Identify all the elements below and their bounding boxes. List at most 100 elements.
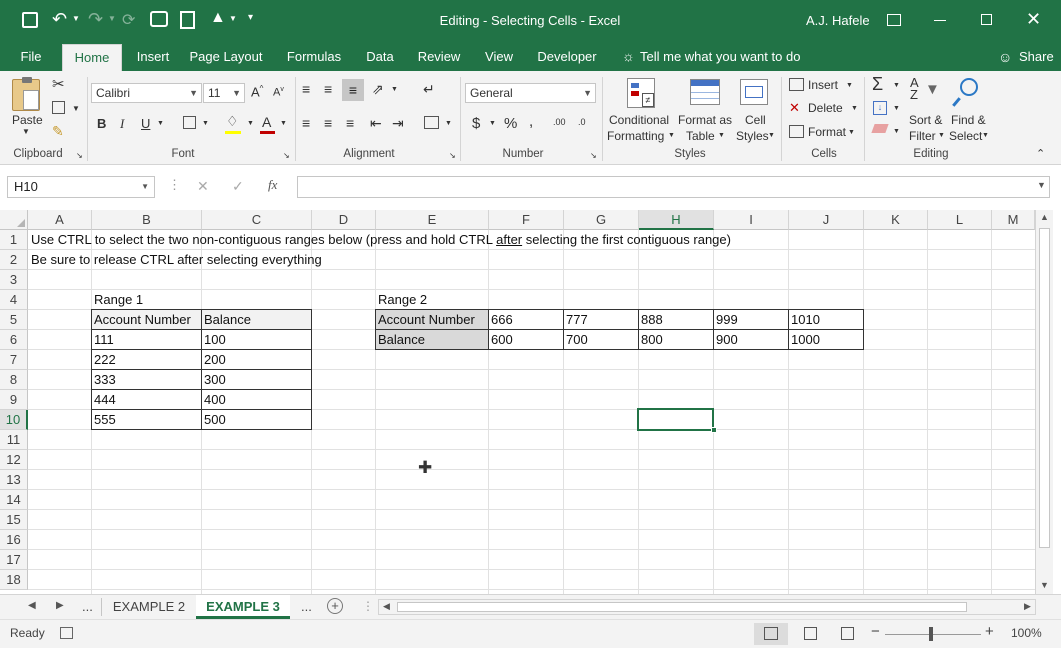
confirm-entry-icon[interactable]: ✓ xyxy=(232,178,244,195)
sheet-tab-example-3[interactable]: EXAMPLE 3 xyxy=(196,595,290,619)
shrink-font-icon[interactable]: Av xyxy=(273,86,284,99)
row-header-5[interactable]: 5 xyxy=(0,310,28,330)
cell-a1[interactable]: Use CTRL to select the two non-contiguou… xyxy=(28,230,731,250)
merge-dropdown-icon[interactable]: ▼ xyxy=(445,120,452,127)
row-header-17[interactable]: 17 xyxy=(0,550,28,570)
font-launcher-icon[interactable]: ↘ xyxy=(283,151,290,160)
collapse-ribbon-icon[interactable]: ⌃ xyxy=(1036,147,1045,160)
format-table-dropdown-icon[interactable]: ▼ xyxy=(718,132,725,139)
increase-decimal-icon[interactable]: .00 xyxy=(553,117,566,127)
conditional-dropdown-icon[interactable]: ▼ xyxy=(668,132,675,139)
format-as-table-icon[interactable] xyxy=(690,79,720,105)
tab-file[interactable]: File xyxy=(10,44,52,71)
delete-cells-button[interactable]: Delete xyxy=(808,101,843,115)
row-header-8[interactable]: 8 xyxy=(0,370,28,390)
fill-dropdown-icon[interactable]: ▼ xyxy=(229,14,237,23)
row-header-7[interactable]: 7 xyxy=(0,350,28,370)
row-header-1[interactable]: 1 xyxy=(0,230,28,250)
active-cell-h10[interactable] xyxy=(637,408,714,431)
cancel-entry-icon[interactable]: ✕ xyxy=(197,178,209,195)
redo-icon[interactable]: ↷ xyxy=(88,9,103,30)
column-header-e[interactable]: E xyxy=(376,210,489,230)
cell-c9[interactable]: 400 xyxy=(201,390,226,410)
cell-b7[interactable]: 222 xyxy=(91,350,116,370)
sheet-scroll-right-icon[interactable]: ▶ xyxy=(56,600,64,611)
font-name-dropdown-icon[interactable]: ▼ xyxy=(189,84,198,102)
cell-e5[interactable]: Account Number xyxy=(375,310,475,330)
column-header-i[interactable]: I xyxy=(714,210,789,230)
column-header-h[interactable]: H xyxy=(639,210,714,230)
tab-view[interactable]: View xyxy=(480,44,518,71)
ribbon-display-icon[interactable] xyxy=(887,14,901,26)
cell-j6[interactable]: 1000 xyxy=(788,330,820,350)
tab-page-layout[interactable]: Page Layout xyxy=(184,44,268,71)
find-select-label-2[interactable]: Select xyxy=(949,129,982,143)
sheet-more-right[interactable]: ... xyxy=(301,599,312,614)
clipboard-launcher-icon[interactable]: ↘ xyxy=(76,151,83,160)
comma-style-icon[interactable]: , xyxy=(529,113,533,130)
name-box[interactable]: H10 ▼ xyxy=(7,176,155,198)
column-header-l[interactable]: L xyxy=(928,210,992,230)
fill-dropdown-ribbon-icon[interactable]: ▼ xyxy=(893,105,900,112)
find-select-button[interactable]: Find & xyxy=(951,113,986,127)
cell-b4[interactable]: Range 1 xyxy=(91,290,143,310)
horizontal-scroll-thumb[interactable] xyxy=(397,602,967,612)
number-format-dropdown-icon[interactable]: ▼ xyxy=(583,84,592,102)
cell-f6[interactable]: 600 xyxy=(488,330,513,350)
alignment-launcher-icon[interactable]: ↘ xyxy=(449,151,456,160)
close-icon[interactable]: ✕ xyxy=(1026,9,1041,30)
bold-button[interactable]: B xyxy=(97,116,106,131)
cell-g5[interactable]: 777 xyxy=(563,310,588,330)
copy-dropdown-icon[interactable]: ▼ xyxy=(72,104,80,113)
insert-cells-button[interactable]: Insert xyxy=(808,78,838,92)
insert-dropdown-icon[interactable]: ▼ xyxy=(846,82,853,89)
cell-i6[interactable]: 900 xyxy=(713,330,738,350)
maximize-icon[interactable] xyxy=(981,14,992,25)
decrease-decimal-icon[interactable]: .0 xyxy=(578,117,586,127)
customize-qat-icon[interactable]: ▾ xyxy=(248,12,253,23)
paste-button[interactable]: Paste xyxy=(12,113,43,127)
cell-c5[interactable]: Balance xyxy=(201,310,251,330)
conditional-formatting-icon[interactable]: ≠ xyxy=(627,78,655,108)
column-header-a[interactable]: A xyxy=(28,210,92,230)
cell-c8[interactable]: 300 xyxy=(201,370,226,390)
view-page-break-icon[interactable] xyxy=(841,627,854,640)
column-header-m[interactable]: M xyxy=(992,210,1035,230)
zoom-in-icon[interactable]: + xyxy=(985,623,994,640)
cell-g6[interactable]: 700 xyxy=(563,330,588,350)
top-align-icon[interactable]: ≡ xyxy=(302,81,310,97)
print-preview-icon[interactable] xyxy=(180,11,195,29)
number-launcher-icon[interactable]: ↘ xyxy=(590,151,597,160)
hscroll-left-icon[interactable]: ◀ xyxy=(383,601,390,612)
format-dropdown-icon[interactable]: ▼ xyxy=(848,129,855,136)
cell-e6[interactable]: Balance xyxy=(375,330,425,350)
fill-color-dropdown-icon[interactable]: ▼ xyxy=(247,120,254,127)
cell-c7[interactable]: 200 xyxy=(201,350,226,370)
formula-bar-grip-icon[interactable]: ⋮ xyxy=(168,177,181,193)
macro-icon[interactable] xyxy=(150,11,168,27)
sort-dropdown-icon[interactable]: ▼ xyxy=(938,132,945,139)
underline-button[interactable]: U xyxy=(141,116,150,131)
format-cells-icon[interactable] xyxy=(789,125,804,138)
row-header-15[interactable]: 15 xyxy=(0,510,28,530)
zoom-slider[interactable] xyxy=(885,634,981,635)
italic-button[interactable]: I xyxy=(120,116,124,132)
sort-filter-icon[interactable]: AZ xyxy=(910,76,919,101)
paste-clipboard-icon[interactable] xyxy=(12,77,40,111)
column-header-k[interactable]: K xyxy=(864,210,928,230)
insert-function-icon[interactable]: fx xyxy=(268,177,277,193)
autosum-dropdown-icon[interactable]: ▼ xyxy=(893,82,900,89)
tell-me-search[interactable]: Tell me what you want to do xyxy=(640,49,800,64)
middle-align-icon[interactable]: ≡ xyxy=(324,81,332,97)
zoom-slider-thumb[interactable] xyxy=(929,627,933,641)
fill-handle[interactable] xyxy=(711,427,717,433)
borders-icon[interactable] xyxy=(183,116,196,129)
underline-dropdown-icon[interactable]: ▼ xyxy=(157,120,164,127)
insert-cells-icon[interactable] xyxy=(789,78,804,91)
cell-b9[interactable]: 444 xyxy=(91,390,116,410)
align-center-icon[interactable]: ≡ xyxy=(324,115,332,131)
row-header-18[interactable]: 18 xyxy=(0,570,28,590)
conditional-formatting-button[interactable]: Conditional xyxy=(609,113,669,127)
view-normal-button[interactable] xyxy=(754,623,788,645)
row-header-9[interactable]: 9 xyxy=(0,390,28,410)
